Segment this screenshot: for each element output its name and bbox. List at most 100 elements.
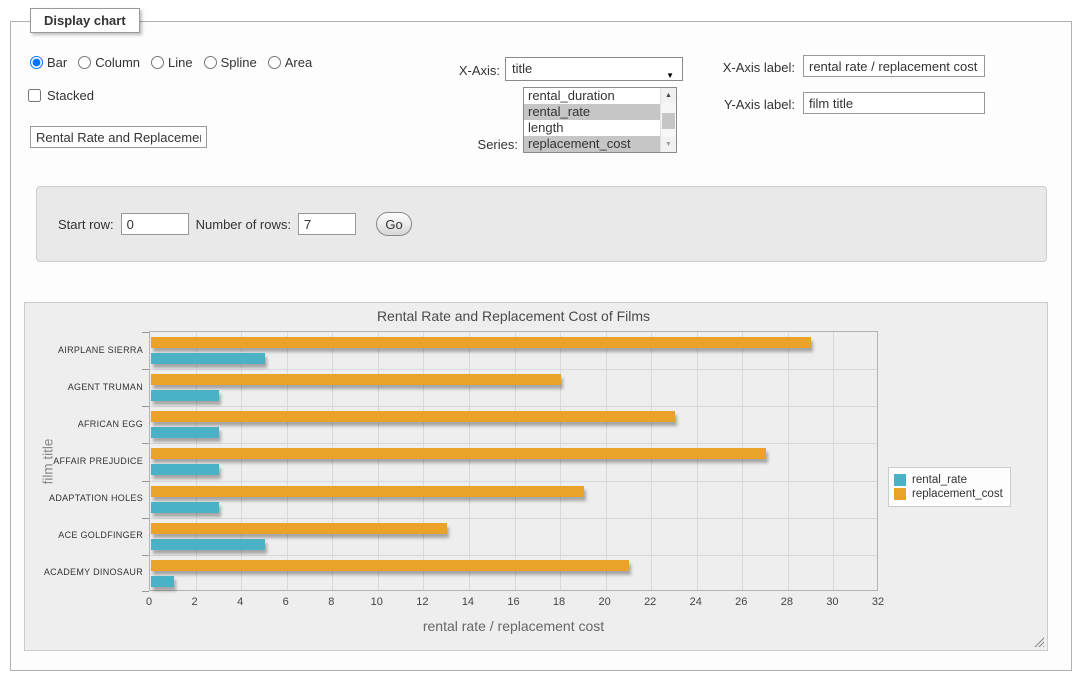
- gridline-v: [423, 332, 424, 590]
- series-option-rental_rate[interactable]: rental_rate: [524, 104, 660, 120]
- rows-form: Start row: Number of rows: Go: [36, 186, 1047, 262]
- y-axis-label-input[interactable]: [803, 92, 985, 114]
- gridline-v: [651, 332, 652, 590]
- gridline-v: [515, 332, 516, 590]
- bar-replacement-cost: [151, 374, 561, 385]
- bar-replacement-cost: [151, 337, 811, 348]
- gridline-v: [742, 332, 743, 590]
- page: Display chart Bar Column Line Spline Area St…: [0, 0, 1081, 681]
- chart-type-label: Spline: [221, 55, 257, 70]
- y-axis-tick: [142, 481, 149, 482]
- x-tick-label: 12: [407, 596, 437, 608]
- x-tick-label: 8: [316, 596, 346, 608]
- gridline-v: [332, 332, 333, 590]
- x-tick-label: 0: [134, 596, 164, 608]
- x-axis-selected-value: title: [512, 61, 532, 76]
- chart-panel: Rental Rate and Replacement Cost of Film…: [24, 302, 1048, 651]
- plot-area: [149, 331, 878, 591]
- y-axis-tick: [142, 555, 149, 556]
- chart-type-radio-bar[interactable]: [30, 56, 43, 69]
- y-axis-tick: [142, 518, 149, 519]
- bar-replacement-cost: [151, 448, 766, 459]
- x-tick-label: 26: [726, 596, 756, 608]
- chart-type-option-bar[interactable]: Bar: [30, 55, 67, 70]
- x-tick-label: 18: [544, 596, 574, 608]
- gridline-v: [196, 332, 197, 590]
- gridline-v: [697, 332, 698, 590]
- chart-type-label: Area: [285, 55, 312, 70]
- x-axis-select[interactable]: title ▼: [505, 57, 683, 81]
- y-axis-tick: [142, 406, 149, 407]
- bar-rental-rate: [151, 464, 219, 475]
- x-tick-label: 10: [362, 596, 392, 608]
- scroll-up-icon[interactable]: ▲: [661, 88, 676, 103]
- gridline-h: [150, 443, 877, 444]
- gridline-v: [469, 332, 470, 590]
- gridline-h: [150, 518, 877, 519]
- stacked-row: Stacked: [28, 88, 94, 103]
- gridline-v: [788, 332, 789, 590]
- gridline-h: [150, 555, 877, 556]
- bar-rental-rate: [151, 502, 219, 513]
- x-tick-label: 16: [499, 596, 529, 608]
- gridline-v: [560, 332, 561, 590]
- chart-type-option-spline[interactable]: Spline: [204, 55, 257, 70]
- legend-swatch-rental_rate: [894, 474, 906, 486]
- chart-type-label: Column: [95, 55, 140, 70]
- x-axis-title: rental rate / replacement cost: [149, 618, 878, 634]
- chart-type-radio-area[interactable]: [268, 56, 281, 69]
- stacked-label: Stacked: [47, 88, 94, 103]
- scroll-thumb[interactable]: [662, 113, 675, 129]
- series-caption: Series:: [438, 137, 518, 152]
- gridline-h: [150, 406, 877, 407]
- bar-rental-rate: [151, 427, 219, 438]
- x-tick-label: 32: [863, 596, 893, 608]
- series-scrollbar[interactable]: ▲ ▼: [660, 88, 676, 152]
- chart-type-label: Bar: [47, 55, 67, 70]
- x-axis-label-input[interactable]: [803, 55, 985, 77]
- series-option-replacement_cost[interactable]: replacement_cost: [524, 136, 660, 152]
- chart-type-radio-group: Bar Column Line Spline Area: [30, 55, 323, 70]
- y-axis-title: film title: [41, 438, 56, 484]
- legend-label: replacement_cost: [912, 488, 1003, 500]
- gridline-h: [150, 481, 877, 482]
- chart-type-option-column[interactable]: Column: [78, 55, 140, 70]
- gridline-v: [241, 332, 242, 590]
- x-tick-label: 2: [180, 596, 210, 608]
- chart-type-radio-spline[interactable]: [204, 56, 217, 69]
- series-option-length[interactable]: length: [524, 120, 660, 136]
- bar-replacement-cost: [151, 523, 447, 534]
- start-row-label: Start row:: [58, 217, 114, 232]
- go-button[interactable]: Go: [376, 212, 412, 236]
- chart-type-label: Line: [168, 55, 193, 70]
- chart-type-option-line[interactable]: Line: [151, 55, 193, 70]
- y-axis-tick: [142, 369, 149, 370]
- gridline-v: [833, 332, 834, 590]
- series-multiselect[interactable]: rental_durationrental_ratelengthreplacem…: [523, 87, 677, 153]
- gridline-h: [150, 369, 877, 370]
- y-axis-title-wrap: film title: [37, 331, 59, 591]
- chart-type-option-area[interactable]: Area: [268, 55, 312, 70]
- x-tick-label: 20: [590, 596, 620, 608]
- x-axis-caption: X-Axis:: [420, 63, 500, 78]
- chart-title-input[interactable]: [30, 126, 207, 148]
- num-rows-input[interactable]: [298, 213, 356, 235]
- stacked-checkbox[interactable]: [28, 89, 41, 102]
- x-tick-label: 22: [635, 596, 665, 608]
- x-tick-label: 4: [225, 596, 255, 608]
- start-row-input[interactable]: [121, 213, 189, 235]
- gridline-v: [287, 332, 288, 590]
- chart-type-radio-column[interactable]: [78, 56, 91, 69]
- chart-legend: rental_rate replacement_cost: [888, 467, 1011, 507]
- y-axis-label-caption: Y-Axis label:: [695, 97, 795, 112]
- resize-handle-icon[interactable]: [1033, 636, 1044, 647]
- fieldset-title: Display chart: [30, 8, 140, 33]
- bar-rental-rate: [151, 539, 265, 550]
- scroll-down-icon[interactable]: ▼: [661, 137, 676, 152]
- dropdown-arrow-icon: ▼: [666, 65, 674, 87]
- chart-type-radio-line[interactable]: [151, 56, 164, 69]
- legend-label: rental_rate: [912, 474, 967, 486]
- series-option-rental_duration[interactable]: rental_duration: [524, 88, 660, 104]
- legend-row: replacement_cost: [894, 488, 1003, 500]
- x-tick-label: 28: [772, 596, 802, 608]
